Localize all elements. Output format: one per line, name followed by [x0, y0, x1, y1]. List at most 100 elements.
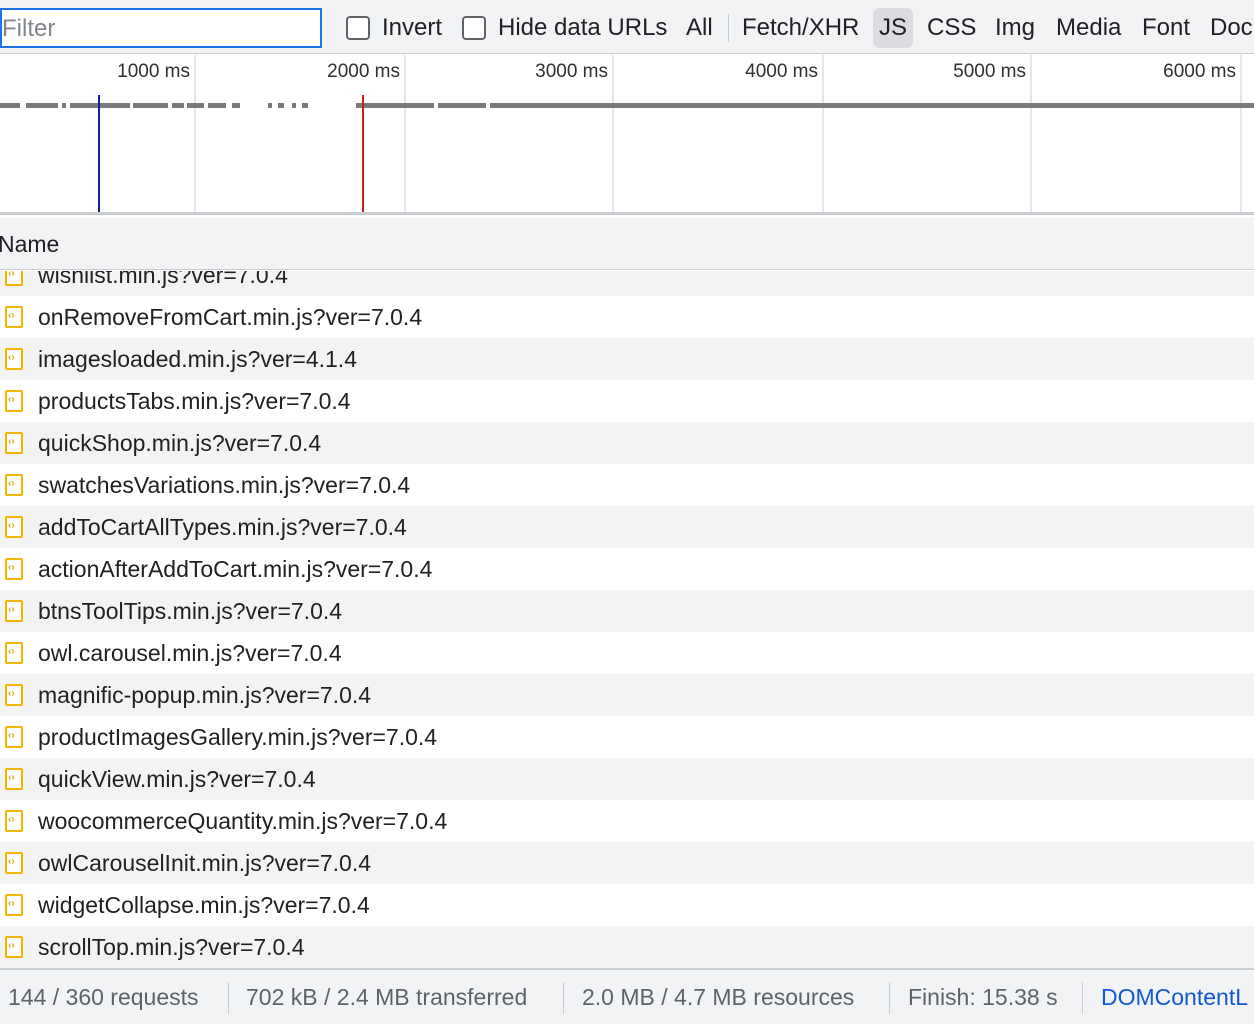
request-row[interactable]: scrollTop.min.js?ver=7.0.4 [0, 926, 1254, 968]
request-list[interactable]: wishlist.min.js?ver=7.0.4 onRemoveFromCar… [0, 271, 1254, 968]
request-row[interactable]: productsTabs.min.js?ver=7.0.4 [0, 380, 1254, 422]
request-name: productImagesGallery.min.js?ver=7.0.4 [38, 723, 438, 750]
request-row[interactable]: magnific-popup.min.js?ver=7.0.4 [0, 674, 1254, 716]
js-file-icon [5, 600, 23, 622]
network-overview-timeline[interactable]: 1000 ms 2000 ms 3000 ms 4000 ms 5000 ms … [0, 55, 1254, 215]
request-row[interactable]: swatchesVariations.min.js?ver=7.0.4 [0, 464, 1254, 506]
request-name: swatchesVariations.min.js?ver=7.0.4 [38, 471, 411, 498]
overview-bar-gap [434, 103, 438, 108]
request-row[interactable]: quickShop.min.js?ver=7.0.4 [0, 422, 1254, 464]
overview-bar-gap [284, 103, 292, 108]
overview-request-bar [0, 103, 1254, 108]
request-row[interactable]: owlCarouselInit.min.js?ver=7.0.4 [0, 842, 1254, 884]
js-file-icon [5, 390, 23, 412]
hide-data-urls-checkbox-box[interactable] [462, 16, 486, 40]
overview-bar-gap [184, 103, 187, 108]
type-filter-font[interactable]: Font [1136, 8, 1196, 48]
tick-gridline [612, 55, 614, 212]
request-row[interactable]: imagesloaded.min.js?ver=4.1.4 [0, 338, 1254, 380]
status-divider [1082, 982, 1083, 1014]
type-filter-fetch-xhr[interactable]: Fetch/XHR [736, 8, 865, 48]
tick-label: 4000 ms [745, 61, 818, 82]
request-name: actionAfterAddToCart.min.js?ver=7.0.4 [38, 555, 433, 582]
name-column-header[interactable]: Name [0, 218, 1254, 270]
request-row[interactable]: onRemoveFromCart.min.js?ver=7.0.4 [0, 296, 1254, 338]
request-name: imagesloaded.min.js?ver=4.1.4 [38, 345, 357, 372]
invert-checkbox[interactable]: Invert [346, 10, 442, 46]
type-filter-doc[interactable]: Doc [1204, 8, 1254, 48]
request-row[interactable]: productImagesGallery.min.js?ver=7.0.4 [0, 716, 1254, 758]
overview-bar-gap [204, 103, 208, 108]
js-file-icon [5, 516, 23, 538]
overview-bar-gap [20, 103, 26, 108]
tick-gridline [404, 55, 406, 212]
js-file-icon [5, 271, 23, 286]
overview-bar-gap [130, 103, 133, 108]
network-status-bar: 144 / 360 requests 702 kB / 2.4 MB trans… [0, 968, 1254, 1024]
overview-bar-gap [226, 103, 232, 108]
request-name: quickView.min.js?ver=7.0.4 [38, 765, 316, 792]
invert-label: Invert [382, 14, 443, 41]
request-name: woocommerceQuantity.min.js?ver=7.0.4 [38, 807, 448, 834]
tick-gridline [1030, 55, 1032, 212]
request-row[interactable]: woocommerceQuantity.min.js?ver=7.0.4 [0, 800, 1254, 842]
request-name: owl.carousel.min.js?ver=7.0.4 [38, 639, 342, 666]
tick-label: 2000 ms [327, 61, 400, 82]
tick-label: 6000 ms [1163, 61, 1236, 82]
network-filter-toolbar: Invert Hide data URLs All Fetch/XHR JS C… [0, 0, 1254, 54]
invert-checkbox-box[interactable] [346, 16, 370, 40]
js-file-icon [5, 768, 23, 790]
overview-bar-gap [168, 103, 172, 108]
status-divider [563, 982, 564, 1014]
request-row[interactable]: btnsToolTips.min.js?ver=7.0.4 [0, 590, 1254, 632]
js-file-icon [5, 936, 23, 958]
overview-bar-gap [240, 103, 268, 108]
js-file-icon [5, 642, 23, 664]
js-file-icon [5, 726, 23, 748]
tick-gridline [822, 55, 824, 212]
js-file-icon [5, 810, 23, 832]
request-name: magnific-popup.min.js?ver=7.0.4 [38, 681, 372, 708]
js-file-icon [5, 852, 23, 874]
tick-gridline [1240, 55, 1242, 212]
request-row[interactable]: quickView.min.js?ver=7.0.4 [0, 758, 1254, 800]
js-file-icon [5, 348, 23, 370]
overview-bar-gap [486, 103, 490, 108]
request-row[interactable]: owl.carousel.min.js?ver=7.0.4 [0, 632, 1254, 674]
request-count: 144 / 360 requests [8, 984, 199, 1010]
filter-input[interactable] [0, 8, 322, 48]
hide-data-urls-label: Hide data URLs [498, 14, 668, 41]
js-file-icon [5, 894, 23, 916]
request-name: productsTabs.min.js?ver=7.0.4 [38, 387, 351, 414]
name-column-label: Name [0, 231, 60, 257]
overview-bar-gap [66, 103, 70, 108]
request-name: scrollTop.min.js?ver=7.0.4 [38, 933, 305, 960]
request-name: btnsToolTips.min.js?ver=7.0.4 [38, 597, 343, 624]
type-filter-css[interactable]: CSS [921, 8, 982, 48]
status-divider [889, 982, 890, 1014]
load-event-marker [362, 95, 364, 212]
type-filter-img[interactable]: Img [989, 8, 1041, 48]
transferred-size: 702 kB / 2.4 MB transferred [246, 984, 528, 1010]
request-row[interactable]: actionAfterAddToCart.min.js?ver=7.0.4 [0, 548, 1254, 590]
overview-bar-gap [296, 103, 302, 108]
request-row[interactable]: widgetCollapse.min.js?ver=7.0.4 [0, 884, 1254, 926]
js-file-icon [5, 432, 23, 454]
request-row[interactable]: addToCartAllTypes.min.js?ver=7.0.4 [0, 506, 1254, 548]
dom-content-loaded-time: DOMContentL [1101, 984, 1249, 1010]
dom-content-loaded-marker [98, 95, 100, 212]
type-filter-media[interactable]: Media [1050, 8, 1127, 48]
tick-label: 5000 ms [953, 61, 1026, 82]
request-name: onRemoveFromCart.min.js?ver=7.0.4 [38, 303, 423, 330]
tick-label: 3000 ms [535, 61, 608, 82]
hide-data-urls-checkbox[interactable]: Hide data URLs [462, 10, 667, 46]
type-filter-all[interactable]: All [680, 8, 719, 48]
status-divider [228, 982, 229, 1014]
request-name: addToCartAllTypes.min.js?ver=7.0.4 [38, 513, 407, 540]
type-filter-js[interactable]: JS [873, 8, 914, 48]
tick-label: 1000 ms [117, 61, 190, 82]
overview-bar-gap [58, 103, 62, 108]
request-name: owlCarouselInit.min.js?ver=7.0.4 [38, 849, 372, 876]
request-row[interactable]: wishlist.min.js?ver=7.0.4 [0, 271, 1254, 296]
request-name: widgetCollapse.min.js?ver=7.0.4 [38, 891, 370, 918]
